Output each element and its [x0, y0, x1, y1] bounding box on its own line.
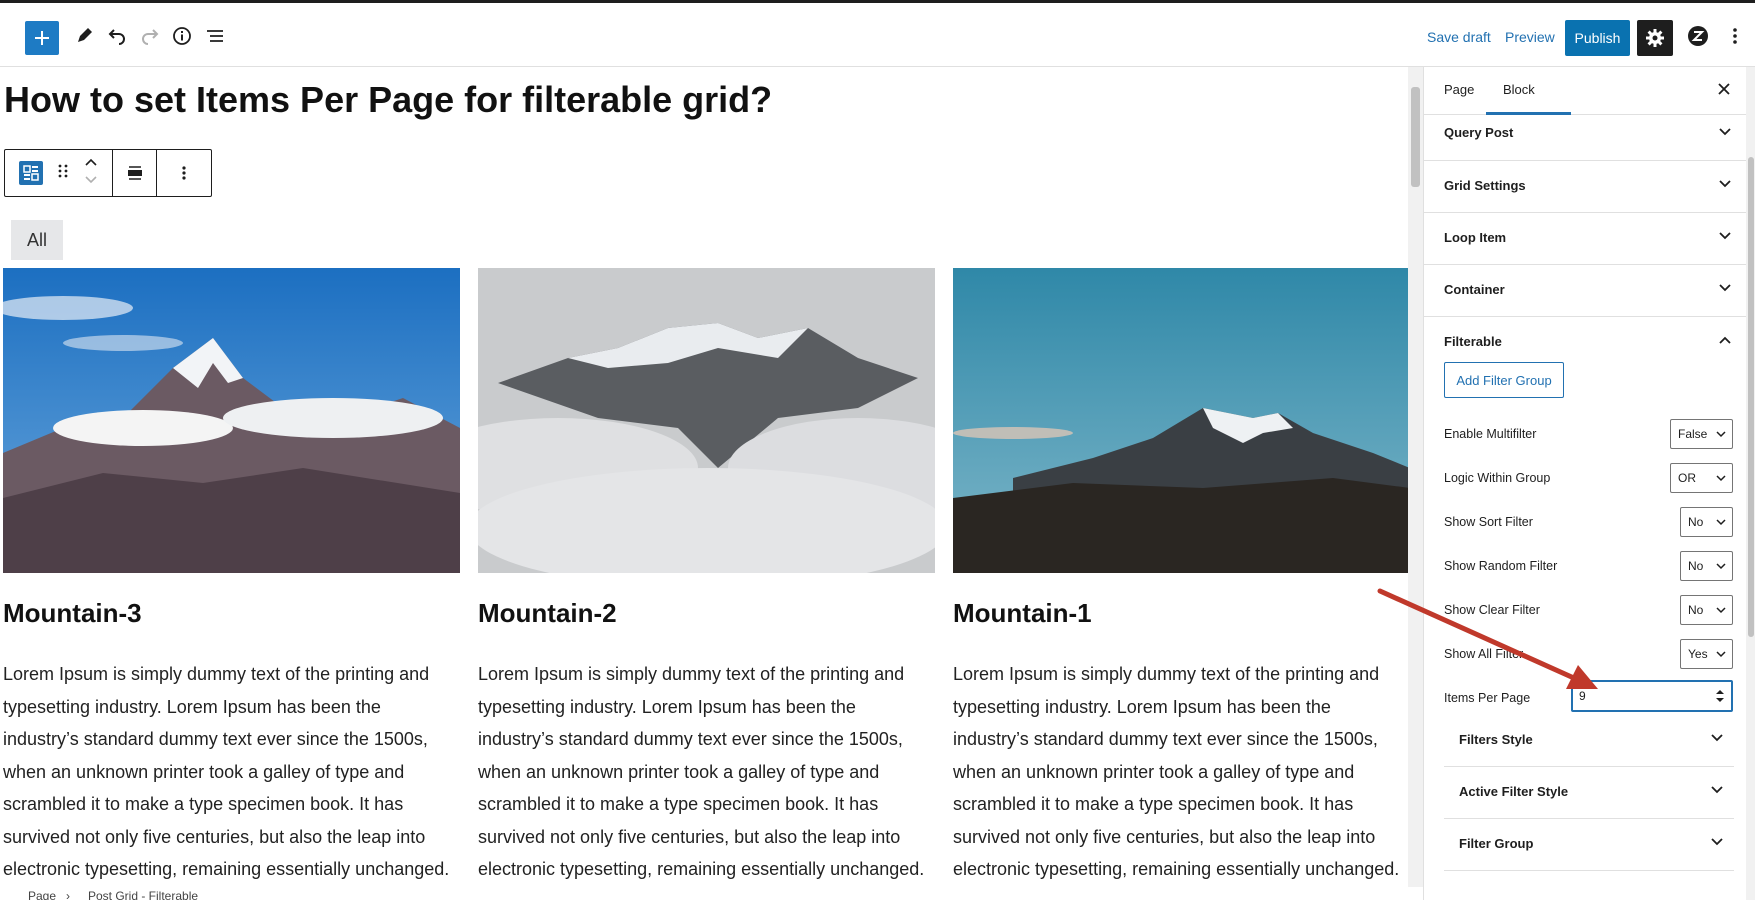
tab-page[interactable]: Page [1444, 82, 1474, 97]
options-button[interactable] [1717, 18, 1753, 54]
close-sidebar-button[interactable] [1717, 82, 1731, 101]
setting-logic-within-group: Logic Within Group OR [1444, 463, 1734, 493]
page-title[interactable]: How to set Items Per Page for filterable… [4, 79, 772, 121]
block-toolbar [4, 149, 212, 197]
post-card: Mountain-1 Lorem Ipsum is simply dummy t… [953, 268, 1408, 879]
save-draft-button[interactable]: Save draft [1427, 29, 1491, 45]
redo-icon [142, 29, 159, 45]
list-view-button[interactable] [197, 18, 233, 54]
panel-grid-settings[interactable]: Grid Settings [1424, 161, 1746, 213]
publish-button[interactable]: Publish [1565, 20, 1630, 56]
info-icon [173, 27, 191, 45]
tab-block[interactable]: Block [1503, 82, 1535, 97]
top-toolbar: Save draft Preview Publish [0, 6, 1755, 67]
plugin-button[interactable] [1680, 18, 1716, 54]
scrollbar-thumb[interactable] [1748, 157, 1754, 637]
panel-loop-item[interactable]: Loop Item [1424, 213, 1746, 265]
chevron-down-icon [1716, 563, 1726, 570]
setting-show-all-filter: Show All Filter Yes [1444, 639, 1734, 669]
block-breadcrumb: Page › Post Grid - Filterable [0, 887, 1423, 900]
chevron-down-icon [1711, 838, 1723, 846]
settings-sidebar: Page Block Query Post Grid Settings Loop… [1423, 67, 1755, 900]
filter-all-button[interactable]: All [11, 220, 63, 260]
add-filter-group-button[interactable]: Add Filter Group [1444, 362, 1564, 398]
chevron-up-icon [1719, 336, 1731, 344]
more-vertical-icon [182, 166, 186, 180]
sidebar-scrollbar[interactable] [1746, 67, 1755, 900]
gear-icon [1646, 29, 1664, 47]
undo-icon [108, 29, 125, 45]
plus-icon [35, 31, 49, 45]
chevron-down-icon [1719, 180, 1731, 188]
sidebar-tabs: Page Block [1424, 67, 1755, 115]
block-type-group [5, 150, 113, 196]
post-thumbnail [3, 268, 460, 573]
undo-button[interactable] [99, 18, 135, 54]
chevron-down-icon [1716, 519, 1726, 526]
tools-button[interactable] [66, 18, 102, 54]
preview-button[interactable]: Preview [1505, 29, 1555, 45]
post-thumbnail [478, 268, 935, 573]
show-clear-filter-select[interactable]: No [1680, 595, 1733, 625]
setting-enable-multifilter: Enable Multifilter False [1444, 419, 1734, 449]
breadcrumb-item[interactable]: Page [28, 889, 56, 900]
scrollbar-thumb[interactable] [1411, 87, 1420, 187]
add-block-button[interactable] [25, 21, 59, 55]
enable-multifilter-select[interactable]: False [1670, 419, 1733, 449]
setting-show-clear-filter: Show Clear Filter No [1444, 595, 1734, 625]
chevron-down-icon [1716, 475, 1726, 482]
post-excerpt: Lorem Ipsum is simply dummy text of the … [953, 664, 1400, 879]
align-button[interactable] [113, 150, 157, 196]
align-icon [127, 166, 142, 180]
chevron-down-icon [1716, 431, 1726, 438]
drag-handle-icon[interactable] [58, 163, 68, 184]
post-title[interactable]: Mountain-2 [478, 598, 617, 629]
post-card: Mountain-3 Lorem Ipsum is simply dummy t… [3, 268, 460, 879]
setting-items-per-page: Items Per Page 9 [1444, 680, 1734, 713]
details-button[interactable] [164, 18, 200, 54]
chevron-down-icon [1719, 128, 1731, 136]
show-random-filter-select[interactable]: No [1680, 551, 1733, 581]
post-card: Mountain-2 Lorem Ipsum is simply dummy t… [478, 268, 935, 879]
post-excerpt: Lorem Ipsum is simply dummy text of the … [478, 664, 925, 879]
editor-canvas: How to set Items Per Page for filterable… [0, 67, 1408, 887]
plugin-logo-icon [1688, 26, 1708, 46]
grid-block-icon[interactable] [18, 161, 43, 185]
subpanel-filters-style[interactable]: Filters Style [1444, 715, 1734, 767]
panel-query-post[interactable]: Query Post [1424, 115, 1746, 161]
show-sort-filter-select[interactable]: No [1680, 507, 1733, 537]
close-icon [1718, 83, 1730, 95]
breadcrumb-item[interactable]: Post Grid - Filterable [88, 889, 198, 900]
chevron-down-icon [1711, 786, 1723, 794]
setting-show-random-filter: Show Random Filter No [1444, 551, 1734, 581]
more-vertical-icon [1733, 28, 1737, 44]
chevron-down-icon [1716, 607, 1726, 614]
post-title[interactable]: Mountain-1 [953, 598, 1092, 629]
post-excerpt: Lorem Ipsum is simply dummy text of the … [3, 664, 450, 879]
panel-container[interactable]: Container [1424, 265, 1746, 317]
pencil-icon [78, 28, 92, 42]
list-view-icon [207, 30, 223, 42]
logic-within-group-select[interactable]: OR [1670, 463, 1733, 493]
editor-window: Save draft Preview Publish How to set It… [0, 0, 1755, 900]
move-up-down-icon[interactable] [84, 156, 98, 191]
chevron-down-icon [1719, 232, 1731, 240]
subpanel-active-filter-style[interactable]: Active Filter Style [1444, 767, 1734, 819]
show-all-filter-select[interactable]: Yes [1680, 639, 1733, 669]
breadcrumb-separator: › [66, 889, 70, 900]
setting-show-sort-filter: Show Sort Filter No [1444, 507, 1734, 537]
post-thumbnail [953, 268, 1408, 573]
chevron-down-icon [1719, 284, 1731, 292]
post-title[interactable]: Mountain-3 [3, 598, 142, 629]
chevron-down-icon [1711, 734, 1723, 742]
settings-button[interactable] [1637, 20, 1673, 56]
redo-button[interactable] [132, 18, 168, 54]
block-options-button[interactable] [157, 150, 211, 196]
spinner-arrows-icon[interactable] [1715, 689, 1725, 703]
chevron-down-icon [1716, 651, 1726, 658]
items-per-page-input[interactable]: 9 [1571, 680, 1733, 712]
subpanel-filter-group[interactable]: Filter Group [1444, 819, 1734, 871]
canvas-scrollbar[interactable] [1408, 67, 1423, 887]
